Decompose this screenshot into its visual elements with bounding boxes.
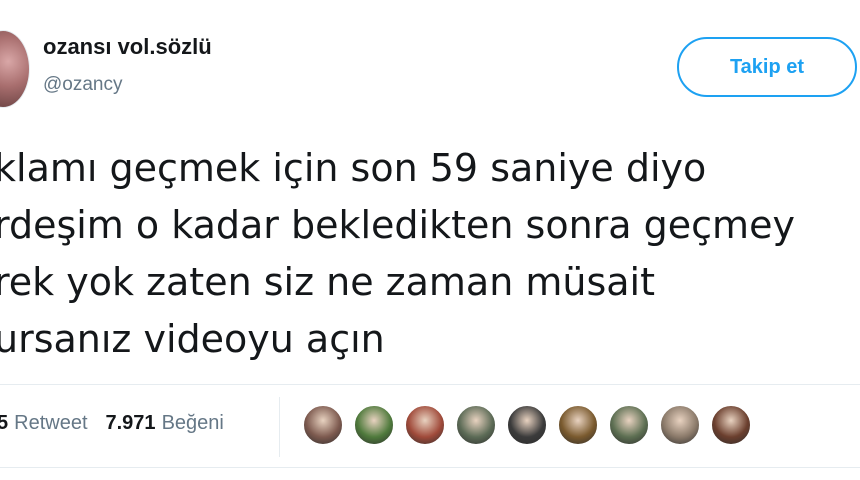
liker-avatar[interactable] [456, 405, 496, 445]
tweet-stats: 5 Retweet 7.971 Beğeni [0, 412, 224, 435]
tweet-text-line: rek yok zaten siz ne zaman müsait [0, 260, 656, 304]
liker-avatar[interactable] [558, 405, 598, 445]
liker-avatar[interactable] [303, 405, 343, 445]
liker-avatar[interactable] [660, 405, 700, 445]
tweet-card: ozansı vol.sözlü @ozancy Takip et klamı … [0, 0, 860, 480]
liker-avatar[interactable] [507, 405, 547, 445]
liker-avatar[interactable] [354, 405, 394, 445]
author-handle[interactable]: @ozancy [43, 74, 123, 96]
stats-divider-vertical [279, 397, 280, 457]
liker-avatar[interactable] [609, 405, 649, 445]
stats-divider-bottom [0, 467, 860, 468]
tweet-text: klamı geçmek için son 59 saniye diyo rde… [0, 140, 860, 368]
stats-divider-top [0, 384, 860, 385]
liker-avatar[interactable] [711, 405, 751, 445]
tweet-text-line: ursanız videoyu açın [0, 317, 385, 361]
like-count[interactable]: 7.971 [106, 412, 156, 434]
liker-avatar[interactable] [405, 405, 445, 445]
follow-button[interactable]: Takip et [677, 37, 857, 97]
author-avatar[interactable] [0, 30, 30, 108]
tweet-text-line: klamı geçmek için son 59 saniye diyo [0, 146, 707, 190]
retweet-label[interactable]: Retweet [14, 412, 87, 434]
like-label[interactable]: Beğeni [162, 412, 224, 434]
tweet-text-line: rdeşim o kadar bekledikten sonra geçmey [0, 203, 795, 247]
retweet-count[interactable]: 5 [0, 412, 8, 434]
author-display-name[interactable]: ozansı vol.sözlü [43, 34, 212, 60]
